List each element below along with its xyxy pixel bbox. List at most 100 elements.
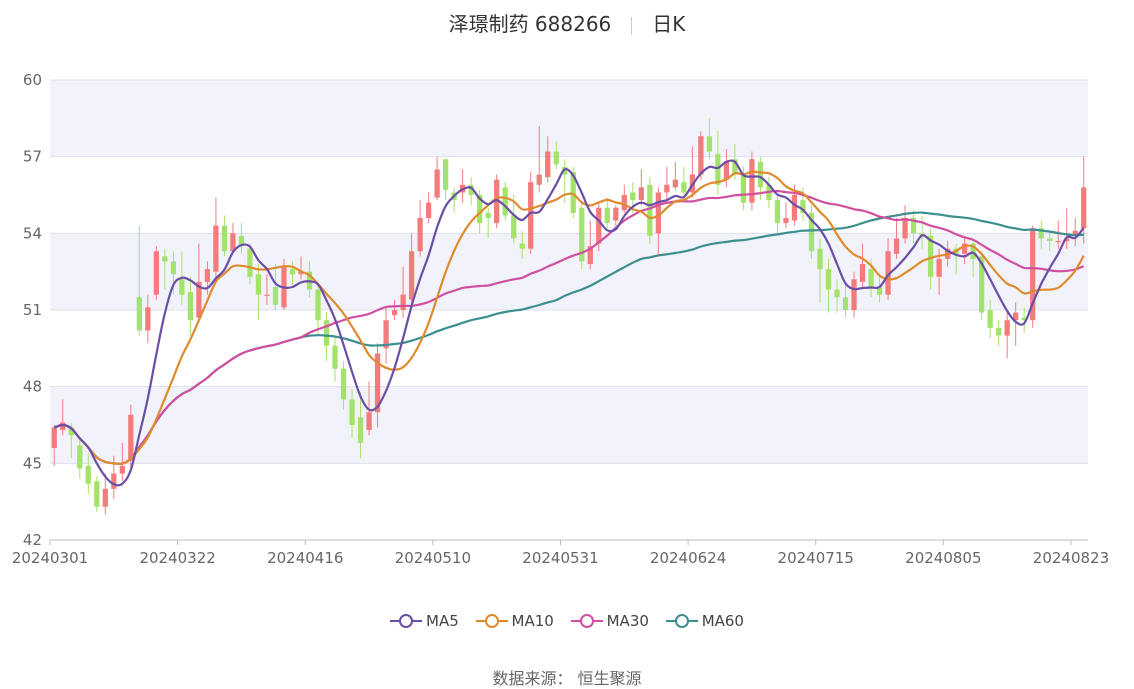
x-tick-label: 20240322	[139, 549, 215, 567]
candle-body	[664, 184, 670, 193]
legend-ma10-label: MA10	[511, 612, 554, 630]
candle-body	[349, 399, 355, 425]
candle-body	[791, 195, 798, 221]
candle-body	[511, 215, 517, 239]
plot-band	[50, 80, 1088, 157]
candle-body	[323, 320, 330, 346]
candle-body	[485, 212, 491, 218]
candle-body	[783, 218, 789, 224]
candle-body	[340, 368, 347, 400]
legend-ma5[interactable]: MA5	[390, 612, 459, 630]
candle-body	[630, 192, 636, 201]
y-tick-label: 48	[23, 378, 42, 396]
candle-body	[153, 251, 159, 295]
candle-body	[221, 225, 228, 252]
candle-body	[545, 151, 551, 178]
candle-body	[536, 174, 542, 185]
candle-body	[655, 192, 661, 234]
candle-body	[119, 465, 125, 474]
candle-body	[213, 225, 219, 272]
x-tick-label: 20240301	[12, 549, 88, 567]
x-tick-label: 20240531	[522, 549, 598, 567]
candle-body	[247, 248, 253, 277]
candle-body	[817, 248, 823, 270]
candle-body	[706, 136, 713, 152]
y-tick-label: 60	[23, 71, 42, 89]
candle-body	[391, 310, 398, 316]
candle-body	[868, 269, 874, 287]
candle-body	[442, 159, 449, 190]
y-tick-label: 54	[23, 224, 42, 242]
x-tick-label: 20240715	[778, 549, 854, 567]
candle-body	[681, 182, 687, 193]
candle-body	[187, 292, 194, 321]
candle-body	[996, 327, 1002, 336]
candle-body	[672, 179, 678, 188]
candle-body	[366, 412, 372, 431]
candle-body	[1055, 241, 1061, 243]
candle-body	[128, 414, 134, 461]
candle-body	[315, 289, 321, 321]
candle-body	[102, 488, 108, 507]
candle-body	[357, 417, 364, 443]
legend-ma30-marker	[570, 614, 603, 628]
candle-body	[1047, 238, 1053, 241]
legend-ma5-marker	[390, 614, 422, 628]
candle-body	[400, 294, 406, 310]
candle-body	[638, 187, 644, 201]
x-tick-label: 20240805	[905, 549, 981, 567]
candle-body	[1004, 320, 1010, 336]
legend-ma30[interactable]: MA30	[570, 612, 649, 630]
candle-body	[332, 345, 338, 369]
candle-body	[408, 251, 415, 300]
candle-body	[51, 427, 57, 448]
candle-body	[613, 207, 619, 221]
y-tick-label: 45	[23, 454, 42, 472]
candle-body	[842, 297, 849, 310]
legend-ma5-label: MA5	[426, 612, 459, 630]
candle-body	[834, 289, 840, 298]
x-tick-label: 20240416	[267, 549, 343, 567]
candle-body	[749, 159, 755, 203]
candle-body	[698, 136, 704, 175]
legend-ma30-label: MA30	[606, 612, 649, 630]
candle-body	[204, 269, 211, 282]
legend-ma60[interactable]: MA60	[665, 612, 744, 630]
legend: MA5 MA10 MA30 MA60	[0, 612, 1134, 633]
legend-ma10-marker	[475, 614, 508, 628]
candle-body	[434, 169, 440, 198]
candle-body	[851, 279, 857, 310]
candle-body	[77, 445, 83, 469]
candle-body	[740, 174, 747, 203]
candle-body	[859, 264, 866, 282]
candle-body	[272, 287, 279, 305]
candle-body	[553, 151, 559, 165]
candle-body	[519, 243, 525, 249]
candle-body	[647, 184, 653, 236]
kline-chart[interactable]: 42454851545760 20240301 20240322 20240416 2…	[0, 0, 1134, 600]
y-tick-label: 42	[23, 531, 42, 549]
y-axis: 42 45 48 51 54 57 60	[23, 71, 42, 549]
candle-body	[162, 256, 168, 262]
source-value: 恒生聚源	[577, 669, 642, 688]
candle-body	[85, 465, 91, 484]
candle-body	[179, 279, 185, 295]
candle-body	[1081, 187, 1087, 229]
data-source: 数据来源： 恒生聚源	[0, 665, 1134, 689]
x-tick-label: 20240624	[650, 549, 726, 567]
candle-body	[255, 274, 262, 295]
candle-body	[715, 154, 721, 185]
x-axis: 20240301 20240322 20240416 20240510 20240531…	[12, 539, 1109, 567]
candle-body	[774, 200, 781, 224]
candle-body	[145, 307, 151, 331]
candle-body	[417, 218, 423, 252]
candle-body	[111, 473, 117, 489]
source-label: 数据来源：	[492, 669, 573, 688]
legend-ma10[interactable]: MA10	[475, 612, 554, 630]
x-tick-label: 20240823	[1033, 549, 1109, 567]
candle-body	[289, 269, 296, 275]
candle-body	[170, 261, 177, 275]
candle-body	[596, 207, 602, 244]
candle-body	[987, 310, 993, 328]
candle-body	[136, 297, 142, 331]
